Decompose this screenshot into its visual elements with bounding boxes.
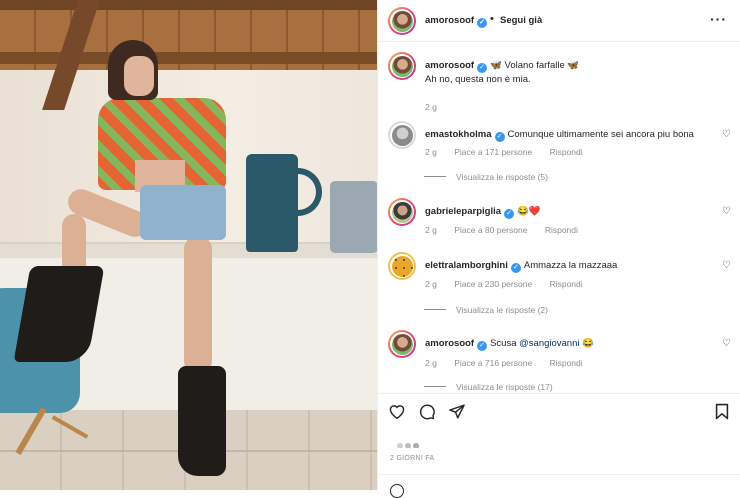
avatar[interactable] bbox=[388, 52, 416, 80]
comment-username[interactable]: gabrieleparpiglia bbox=[425, 206, 501, 217]
photo-person-face bbox=[124, 56, 154, 96]
comment-time: 2 g bbox=[425, 279, 437, 289]
comment-meta: 2 g Piace a 230 persone Rispondi bbox=[425, 279, 598, 289]
view-replies-button[interactable]: Visualizza le risposte (2) bbox=[456, 305, 548, 315]
heart-icon[interactable]: ♡ bbox=[722, 338, 731, 349]
comment-meta: 2 g Piace a 80 persone Rispondi bbox=[425, 225, 593, 235]
comment-body: 😂❤️ bbox=[517, 206, 541, 217]
photo-jar bbox=[330, 181, 377, 253]
bookmark-icon[interactable] bbox=[715, 403, 729, 425]
comment-item: elettralamborghini ✓ Ammazza la mazzaaa ♡ … bbox=[378, 252, 740, 322]
view-replies-button[interactable]: Visualizza le risposte (5) bbox=[456, 172, 548, 182]
heart-icon[interactable] bbox=[388, 403, 406, 424]
add-comment-bar[interactable] bbox=[378, 474, 740, 490]
comment-text: gabrieleparpiglia ✓ 😂❤️ bbox=[425, 205, 715, 219]
comment-username[interactable]: amorosoof bbox=[425, 338, 474, 349]
photo-pitcher bbox=[246, 154, 298, 252]
verified-icon: ✓ bbox=[494, 132, 505, 142]
comment-body-emoji: 😂 bbox=[579, 338, 594, 349]
comment-body: Comunque ultimamente sei ancora piu bona bbox=[507, 129, 694, 140]
comment-likes[interactable]: Piace a 80 persone bbox=[454, 225, 527, 235]
separator-dot: • bbox=[490, 13, 494, 25]
caption-line-1: 🦋 Volano farfalle 🦋 bbox=[490, 60, 580, 71]
avatar[interactable] bbox=[388, 252, 416, 280]
caption-meta: 2 g bbox=[425, 102, 452, 112]
photo-beam bbox=[0, 0, 377, 10]
heart-icon[interactable]: ♡ bbox=[722, 129, 731, 140]
verified-icon: ✓ bbox=[477, 341, 488, 351]
reply-button[interactable]: Rispondi bbox=[550, 279, 583, 289]
photo-person-shorts bbox=[140, 185, 226, 240]
verified-icon: ✓ bbox=[477, 63, 488, 73]
view-replies-button[interactable]: Visualizza le risposte (17) bbox=[456, 382, 553, 392]
verified-icon: ✓ bbox=[477, 18, 488, 28]
post-side-panel: amorosoof ✓ • Segui già ··· amorosoof ✓ 🦋 V… bbox=[377, 0, 740, 498]
avatar[interactable] bbox=[388, 7, 416, 35]
comment-meta: 2 g Piace a 716 persone Rispondi bbox=[425, 358, 598, 368]
action-bar bbox=[378, 393, 740, 433]
comment-item: emastokholma ✓ Comunque ultimamente sei an… bbox=[378, 121, 740, 191]
comment-body-text: Scusa bbox=[490, 338, 520, 349]
mention-link[interactable]: @sangiovanni bbox=[519, 338, 579, 349]
avatar[interactable] bbox=[388, 121, 416, 149]
comment-username[interactable]: elettralamborghini bbox=[425, 260, 508, 271]
reply-button[interactable]: Rispondi bbox=[545, 225, 578, 235]
verified-icon: ✓ bbox=[510, 263, 521, 273]
caption: amorosoof ✓ 🦋 Volano farfalle 🦋 Ah no, que… bbox=[378, 52, 740, 112]
comment-username[interactable]: emastokholma bbox=[425, 129, 492, 140]
photo-person-boot bbox=[178, 366, 226, 476]
post-header: amorosoof ✓ • Segui già ··· bbox=[378, 0, 740, 42]
comment-time: 2 g bbox=[425, 225, 437, 235]
comment-text: elettralamborghini ✓ Ammazza la mazzaaa bbox=[425, 259, 715, 273]
caption-username[interactable]: amorosoof bbox=[425, 60, 474, 71]
post-date: 2 GIORNI FA bbox=[390, 455, 435, 462]
reply-button[interactable]: Rispondi bbox=[550, 358, 583, 368]
heart-icon[interactable]: ♡ bbox=[722, 260, 731, 271]
comment-body: Ammazza la mazzaaa bbox=[523, 260, 618, 271]
comment-body: Scusa @sangiovanni 😂 bbox=[490, 338, 594, 349]
more-icon[interactable]: ··· bbox=[710, 11, 727, 27]
comment-text: amorosoof ✓ Scusa @sangiovanni 😂 bbox=[425, 337, 715, 351]
comment-likes[interactable]: Piace a 230 persone bbox=[454, 279, 532, 289]
likers-avatars[interactable] bbox=[394, 440, 430, 450]
reply-button[interactable]: Rispondi bbox=[550, 147, 583, 157]
photo-person-leg bbox=[184, 236, 212, 374]
share-icon[interactable] bbox=[448, 403, 466, 425]
emoji-icon[interactable] bbox=[390, 484, 404, 498]
post-author-username[interactable]: amorosoof ✓ bbox=[425, 15, 488, 28]
avatar[interactable] bbox=[388, 198, 416, 226]
following-button[interactable]: Segui già bbox=[500, 15, 542, 26]
comment-text: emastokholma ✓ Comunque ultimamente sei an… bbox=[425, 128, 715, 142]
caption-line-2: Ah no, questa non è mia. bbox=[425, 74, 531, 85]
comment-meta: 2 g Piace a 171 persone Rispondi bbox=[425, 147, 598, 157]
comment-item: gabrieleparpiglia ✓ 😂❤️ ♡ 2 g Piace a 80 p… bbox=[378, 198, 740, 248]
avatar[interactable] bbox=[388, 330, 416, 358]
post-photo[interactable] bbox=[0, 0, 377, 490]
comment-icon[interactable] bbox=[418, 403, 436, 425]
heart-icon[interactable]: ♡ bbox=[722, 206, 731, 217]
comments-list[interactable]: amorosoof ✓ 🦋 Volano farfalle 🦋 Ah no, que… bbox=[378, 43, 740, 393]
comment-time: 2 g bbox=[425, 147, 437, 157]
caption-text: amorosoof ✓ 🦋 Volano farfalle 🦋 Ah no, que… bbox=[425, 59, 715, 86]
verified-icon: ✓ bbox=[504, 209, 515, 219]
caption-time: 2 g bbox=[425, 102, 437, 112]
comment-likes[interactable]: Piace a 171 persone bbox=[454, 147, 532, 157]
comment-item: amorosoof ✓ Scusa @sangiovanni 😂 ♡ 2 g Pia… bbox=[378, 330, 740, 393]
comment-likes[interactable]: Piace a 716 persone bbox=[454, 358, 532, 368]
comment-time: 2 g bbox=[425, 358, 437, 368]
